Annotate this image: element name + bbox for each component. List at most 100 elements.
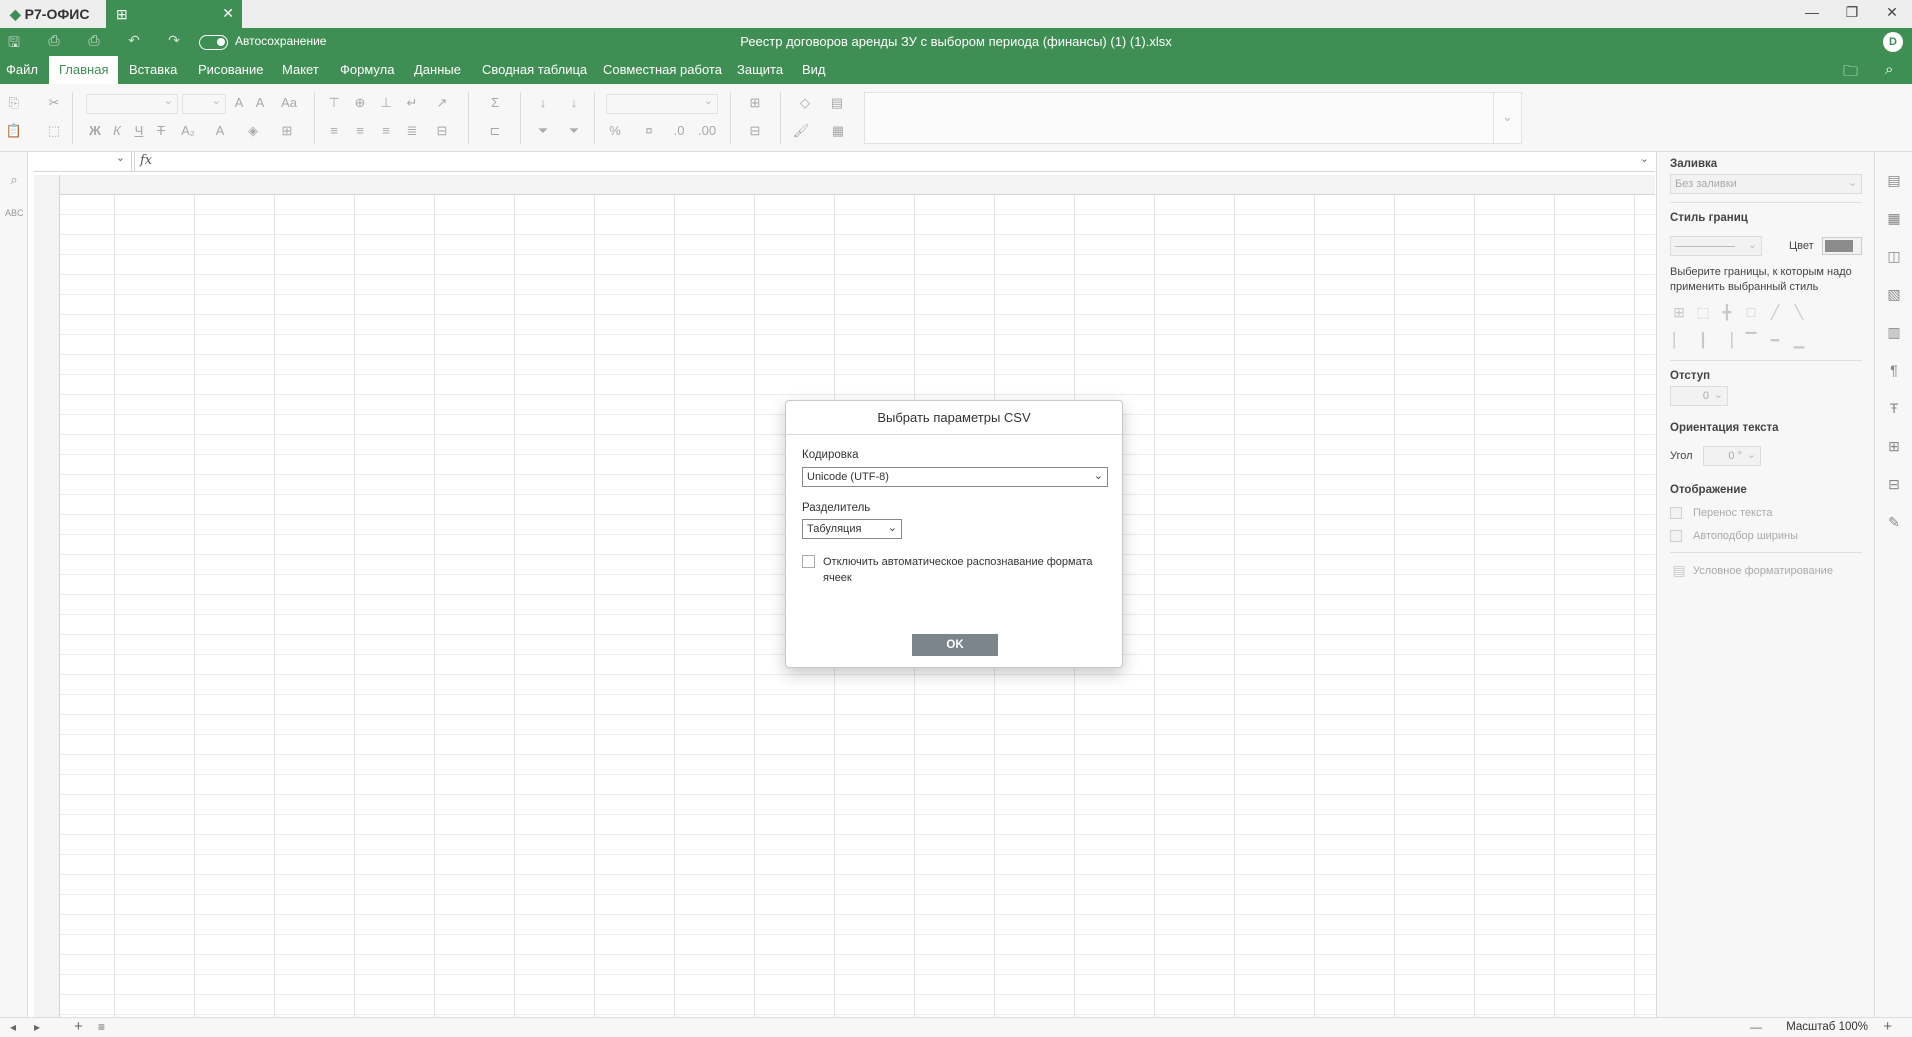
toolbar-separator xyxy=(72,92,73,144)
tab-strip: ◆ Р7-ОФИС ⊞ ✕ — ❐ ✕ xyxy=(0,0,1912,28)
sort-descending-icon[interactable]: ↓ xyxy=(565,94,583,112)
menu-view[interactable]: Вид xyxy=(792,56,836,84)
toolbar-separator xyxy=(730,92,731,144)
toolbar-separator xyxy=(520,92,521,144)
fill-color-icon[interactable]: ◈ xyxy=(240,122,266,140)
ok-button[interactable]: OK xyxy=(912,634,998,656)
menu-home[interactable]: Главная xyxy=(49,56,119,84)
subscript-icon[interactable]: A₂ xyxy=(176,122,200,140)
spreadsheet-icon: ⊞ xyxy=(116,6,128,22)
toolbar-separator xyxy=(314,92,315,144)
merge-cells-icon[interactable]: ⊟ xyxy=(429,122,455,140)
add-sheet-icon[interactable]: + xyxy=(74,1018,83,1035)
close-window-button[interactable]: ✕ xyxy=(1877,4,1907,24)
font-color-icon[interactable]: A xyxy=(208,122,232,140)
menu-pivot-table[interactable]: Сводная таблица xyxy=(472,56,597,84)
font-name-combo[interactable] xyxy=(86,94,178,114)
bold-icon[interactable]: Ж xyxy=(86,122,104,140)
align-left-icon[interactable]: ≡ xyxy=(325,122,343,140)
status-bar: ◂ ▸ + ≡ — Масштаб 100% + xyxy=(0,1017,1912,1037)
copy-icon[interactable]: ⎘ xyxy=(5,94,23,112)
menu-data[interactable]: Данные xyxy=(404,56,471,84)
copy-style-icon[interactable]: 🖌 xyxy=(792,122,810,140)
sheet-list-icon[interactable]: ≡ xyxy=(98,1020,105,1034)
autosum-icon[interactable]: Σ xyxy=(482,94,508,112)
restore-window-button[interactable]: ❐ xyxy=(1837,4,1867,24)
decrease-decimal-icon[interactable]: .0 xyxy=(670,122,688,140)
scroll-last-sheet-icon[interactable]: ▸ xyxy=(34,1020,40,1034)
italic-icon[interactable]: К xyxy=(108,122,126,140)
underline-icon[interactable]: Ч xyxy=(130,122,148,140)
delimiter-select[interactable]: Табуляция ⌄ xyxy=(802,519,902,539)
scroll-first-sheet-icon[interactable]: ◂ xyxy=(10,1020,16,1034)
menu-bar: Файл Главная Вставка Рисование Макет Фор… xyxy=(0,56,1912,84)
minimize-window-button[interactable]: — xyxy=(1797,4,1827,24)
align-middle-icon[interactable]: ⊕ xyxy=(351,94,369,112)
delimiter-value: Табуляция xyxy=(807,523,862,535)
document-tab[interactable]: ⊞ ✕ xyxy=(106,0,242,28)
app-name: Р7-ОФИС xyxy=(24,6,90,22)
disable-autodetect-checkbox[interactable] xyxy=(802,555,815,568)
increase-decimal-icon[interactable]: .00 xyxy=(698,122,716,140)
cut-icon[interactable]: ✂ xyxy=(45,94,63,112)
paste-icon[interactable]: 📋 xyxy=(5,122,23,140)
menu-insert[interactable]: Вставка xyxy=(119,56,187,84)
zoom-out-button[interactable]: — xyxy=(1750,1020,1762,1034)
chevron-down-icon: ⌄ xyxy=(1093,470,1103,482)
encoding-select[interactable]: Unicode (UTF-8) ⌄ xyxy=(802,467,1108,487)
search-icon[interactable]: ⌕ xyxy=(1885,61,1893,78)
strikethrough-icon[interactable]: T xyxy=(152,122,170,140)
dialog-title: Выбрать параметры CSV xyxy=(786,401,1122,435)
encoding-label: Кодировка xyxy=(802,449,859,461)
title-bar: 🖫 ⎙ ⎙ ↶ ↷ Автосохранение Реестр договоро… xyxy=(0,28,1912,56)
change-case-icon[interactable]: Aa xyxy=(276,94,302,112)
align-top-icon[interactable]: ⊤ xyxy=(325,94,343,112)
user-avatar[interactable]: D xyxy=(1883,32,1903,52)
open-file-location-icon[interactable]: 🗀 xyxy=(1843,61,1858,86)
clear-icon[interactable]: ◇ xyxy=(792,94,818,112)
percent-icon[interactable]: % xyxy=(606,122,624,140)
insert-cells-icon[interactable]: ⊞ xyxy=(742,94,768,112)
expand-styles-icon[interactable]: ⌄ xyxy=(1493,93,1521,143)
menu-draw[interactable]: Рисование xyxy=(188,56,273,84)
number-format-combo[interactable] xyxy=(606,94,718,114)
toolbar-separator xyxy=(780,92,781,144)
document-title: Реестр договоров аренды ЗУ с выбором пер… xyxy=(740,34,1172,49)
justify-icon[interactable]: ≣ xyxy=(403,122,421,140)
filter-icon[interactable]: ⏷ xyxy=(534,122,552,140)
cell-styles-gallery[interactable]: ⌄ xyxy=(864,92,1522,144)
encoding-value: Unicode (UTF-8) xyxy=(807,471,889,483)
zoom-in-button[interactable]: + xyxy=(1883,1018,1892,1035)
menu-formula[interactable]: Формула xyxy=(330,56,404,84)
select-all-icon[interactable]: ⬚ xyxy=(45,122,63,140)
format-as-table-icon[interactable]: ▦ xyxy=(824,122,852,140)
conditional-format-icon[interactable]: ▤ xyxy=(824,94,850,112)
close-tab-icon[interactable]: ✕ xyxy=(222,5,234,22)
borders-icon[interactable]: ⊞ xyxy=(274,122,300,140)
decrease-font-icon[interactable]: A xyxy=(251,94,269,112)
menu-collaboration[interactable]: Совместная работа xyxy=(593,56,732,84)
zoom-level[interactable]: Масштаб 100% xyxy=(1786,1021,1868,1033)
clear-filter-icon[interactable]: ⏷ xyxy=(565,122,583,140)
sort-ascending-icon[interactable]: ↓ xyxy=(534,94,552,112)
increase-font-icon[interactable]: A xyxy=(230,94,248,112)
align-bottom-icon[interactable]: ⊥ xyxy=(377,94,395,112)
csv-options-dialog: Выбрать параметры CSV Кодировка Unicode … xyxy=(785,400,1123,668)
align-right-icon[interactable]: ≡ xyxy=(377,122,395,140)
chevron-down-icon: ⌄ xyxy=(887,522,897,534)
wrap-text-icon[interactable]: ↵ xyxy=(403,94,421,112)
named-ranges-icon[interactable]: ⊏ xyxy=(482,122,508,140)
text-orientation-icon[interactable]: ↗ xyxy=(429,94,455,112)
toolbar-separator xyxy=(468,92,469,144)
delete-cells-icon[interactable]: ⊟ xyxy=(742,122,768,140)
menu-layout[interactable]: Макет xyxy=(272,56,329,84)
toolbar-separator xyxy=(594,92,595,144)
font-size-combo[interactable] xyxy=(182,94,226,114)
delimiter-label: Разделитель xyxy=(802,502,871,514)
currency-icon[interactable]: ¤ xyxy=(636,122,662,140)
spreadsheet-app: ◆ Р7-ОФИС ⊞ ✕ — ❐ ✕ 🖫 ⎙ ⎙ ↶ ↷ Автосохран… xyxy=(0,0,1912,1037)
menu-file[interactable]: Файл xyxy=(0,56,48,84)
app-logo[interactable]: ◆ Р7-ОФИС xyxy=(10,6,89,23)
menu-protection[interactable]: Защита xyxy=(727,56,793,84)
align-center-icon[interactable]: ≡ xyxy=(351,122,369,140)
